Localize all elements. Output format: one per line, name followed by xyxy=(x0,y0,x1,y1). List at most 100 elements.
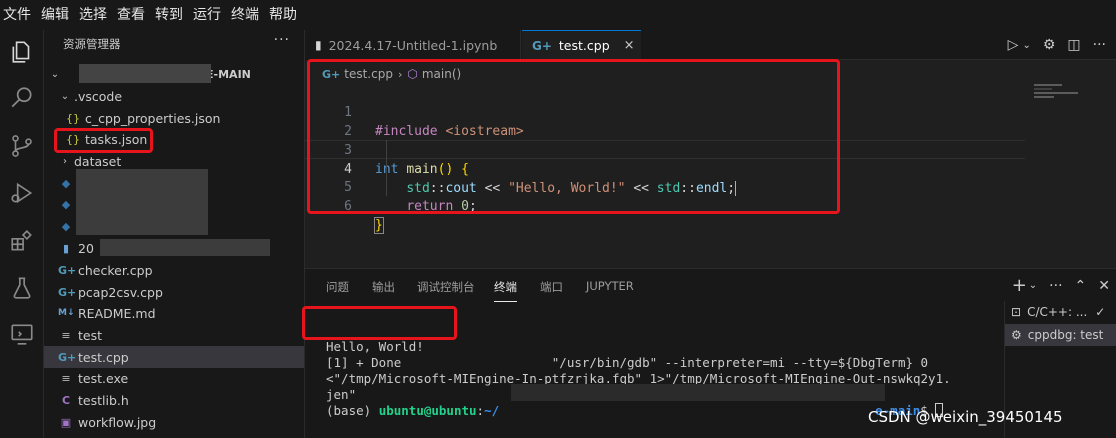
tree-item-label: pcap2csv.cpp xyxy=(78,284,163,300)
redacted-blur xyxy=(100,239,270,256)
chevron-up-icon[interactable]: ⌃ xyxy=(1075,278,1087,294)
minimap[interactable] xyxy=(1034,84,1094,114)
tree-item-label: test xyxy=(78,327,103,343)
chevron-down-icon[interactable]: ⌄ xyxy=(1022,40,1030,51)
tree-file-workflow-jpg[interactable]: ▣ workflow.jpg xyxy=(44,411,304,433)
terminal-item[interactable]: ⊡ C/C++: ... ✓ xyxy=(1005,301,1116,323)
python-file-icon: ◆ xyxy=(61,219,71,233)
code-line: 3 int main() { xyxy=(305,122,1025,177)
testing-icon[interactable] xyxy=(7,273,37,303)
run-icon[interactable]: ▷ xyxy=(1008,37,1019,53)
tree-file-test[interactable]: ≡ test xyxy=(44,324,304,346)
tab-label: test.cpp xyxy=(558,38,610,53)
tab-output[interactable]: 输出 xyxy=(372,279,395,295)
terminal-item[interactable]: ⚙ cppdbg: test xyxy=(1005,324,1116,346)
terminal-item-label: cppdbg: test xyxy=(1027,328,1104,342)
activity-bar xyxy=(0,30,44,438)
tree-file-test-cpp[interactable]: G+ test.cpp xyxy=(44,346,304,368)
remote-explorer-icon[interactable] xyxy=(7,319,37,349)
tree-file-test-exe[interactable]: ≡ test.exe xyxy=(44,367,304,389)
cpp-file-icon: G+ xyxy=(322,67,341,81)
breadcrumb-symbol[interactable]: main() xyxy=(422,67,461,81)
close-icon[interactable]: ✕ xyxy=(1098,278,1110,294)
breadcrumb-file[interactable]: test.cpp xyxy=(344,67,393,81)
more-actions-icon[interactable]: ··· xyxy=(274,32,290,48)
terminal-item-label: C/C++: ... xyxy=(1027,305,1088,319)
tree-file-pcap2csv-cpp[interactable]: G+ pcap2csv.cpp xyxy=(44,281,304,303)
tab-debug-console[interactable]: 调试控制台 xyxy=(417,279,475,295)
run-debug-icon[interactable] xyxy=(7,178,37,208)
chevron-right-icon: › xyxy=(397,67,403,81)
code-line: 6 } xyxy=(305,178,1025,234)
terminal-line: jen" xyxy=(326,387,357,402)
menu-file[interactable]: 文件 xyxy=(0,0,36,30)
tree-file-checker-cpp[interactable]: G+ checker.cpp xyxy=(44,259,304,281)
tree-item-label: dataset xyxy=(74,153,122,169)
explorer-icon[interactable] xyxy=(7,37,37,67)
terminal-prompt: (base) ubuntu@ubuntu:~/e-main$ xyxy=(326,403,944,418)
menu-go[interactable]: 转到 xyxy=(150,0,188,30)
tree-file-readme[interactable]: M↓ README.md xyxy=(44,302,304,324)
gear-icon: ⚙ xyxy=(1011,328,1022,342)
code-text: } xyxy=(374,217,384,234)
markdown-file-icon: M↓ xyxy=(58,308,75,318)
search-icon[interactable] xyxy=(7,83,37,113)
indent-guide xyxy=(386,140,387,196)
split-editor-icon[interactable]: ◫ xyxy=(1067,37,1080,53)
tree-folder-vscode[interactable]: ⌄ .vscode xyxy=(44,85,304,107)
code-line: 1 #include <iostream> xyxy=(305,84,1025,139)
menu-selection[interactable]: 选择 xyxy=(74,0,112,30)
menu-edit[interactable]: 编辑 xyxy=(36,0,74,30)
explorer-title: 资源管理器 xyxy=(63,37,121,51)
menu-help[interactable]: 帮助 xyxy=(264,0,302,30)
more-actions-icon[interactable]: ··· xyxy=(1049,278,1062,294)
tab-ports[interactable]: 端口 xyxy=(540,279,563,295)
tab-notebook[interactable]: ▮ 2024.4.17-Untitled-1.ipynb xyxy=(305,30,521,60)
image-file-icon: ▣ xyxy=(60,415,72,429)
code-text: return 0; xyxy=(406,199,477,214)
chevron-down-icon: ⌄ xyxy=(50,68,60,80)
tab-test-cpp[interactable]: G+ test.cpp × xyxy=(522,30,641,60)
json-file-icon: {} xyxy=(66,111,80,125)
editor-tabs: ▮ 2024.4.17-Untitled-1.ipynb G+ test.cpp… xyxy=(305,30,1116,60)
cpp-file-icon: G+ xyxy=(58,350,77,364)
explorer-sidebar: 资源管理器 ··· ⌄ GE-MAIN ⌄ .vscode {} c_cpp_p… xyxy=(44,30,305,438)
tree-file-tasks-json[interactable]: {} tasks.json xyxy=(44,128,304,150)
tree-file-c-cpp-properties[interactable]: {} c_cpp_properties.json xyxy=(44,107,304,129)
json-file-icon: {} xyxy=(66,132,80,146)
more-actions-icon[interactable]: ··· xyxy=(1093,37,1106,53)
code-line: 2 xyxy=(305,103,1025,139)
menu-view[interactable]: 查看 xyxy=(112,0,150,30)
tree-item-label: checker.cpp xyxy=(78,262,153,278)
extensions-icon[interactable] xyxy=(7,226,37,256)
tab-problems[interactable]: 问题 xyxy=(326,279,349,295)
tree-file-testlib-h[interactable]: C testlib.h xyxy=(44,389,304,411)
code-editor[interactable]: 1 #include <iostream> 2 3 int main() { 4… xyxy=(305,84,1025,234)
menu-run[interactable]: 运行 xyxy=(188,0,226,30)
line-number: 6 xyxy=(344,199,352,214)
close-icon[interactable]: × xyxy=(624,38,635,53)
redacted-blur xyxy=(76,169,208,235)
cpp-file-icon: G+ xyxy=(58,263,77,277)
tree-item-label: tasks.json xyxy=(85,131,148,147)
gear-icon[interactable]: ⚙ xyxy=(1043,37,1056,53)
editor-actions: ▷ ⌄ ⚙ ◫ ··· xyxy=(1008,37,1106,53)
source-control-icon[interactable] xyxy=(7,131,37,161)
tree-item-label: workflow.jpg xyxy=(78,414,157,430)
menu-terminal[interactable]: 终端 xyxy=(226,0,264,30)
add-terminal-icon[interactable]: + xyxy=(1012,275,1027,296)
panel-actions: + ⌄ ··· ⌃ ✕ xyxy=(1012,275,1110,296)
terminal-icon: ⊡ xyxy=(1011,305,1022,319)
notebook-icon: ▮ xyxy=(315,38,322,52)
terminal-output[interactable]: Hello, World! [1] + Done "/usr/bin/gdb" … xyxy=(326,323,951,419)
tree-item-label: README.md xyxy=(78,305,156,321)
tab-jupyter[interactable]: JUPYTER xyxy=(586,279,634,293)
check-icon: ✓ xyxy=(1095,305,1106,319)
code-line: 5 return 0; xyxy=(305,159,1025,214)
method-icon: ⬡ xyxy=(407,67,418,81)
watermark: CSDN @weixin_39450145 xyxy=(868,408,1063,426)
chevron-down-icon[interactable]: ⌄ xyxy=(1029,280,1037,291)
tree-item-label: test.exe xyxy=(78,370,129,386)
tab-terminal[interactable]: 终端 xyxy=(494,279,517,302)
cpp-file-icon: G+ xyxy=(58,285,77,299)
